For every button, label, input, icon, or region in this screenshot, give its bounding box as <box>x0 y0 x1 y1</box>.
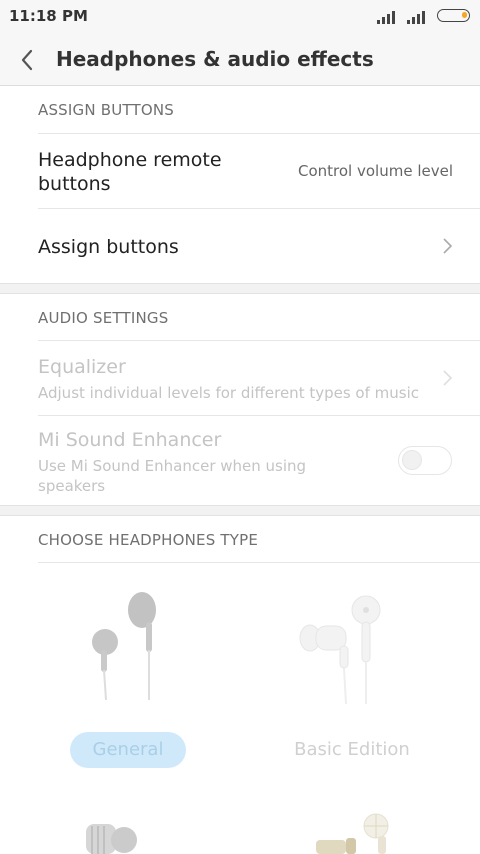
mi-sound-enhancer-subtitle-line2: speakers <box>38 477 106 495</box>
signal-1-icon <box>377 11 395 24</box>
headphones-variant-1-icon[interactable] <box>82 818 142 854</box>
section-gap <box>0 505 480 516</box>
status-bar: 11:18 PM <box>0 0 480 34</box>
divider <box>38 208 480 209</box>
divider <box>38 562 480 563</box>
headphone-remote-title-line1: Headphone remote <box>38 149 222 171</box>
headphones-variant-2-icon[interactable] <box>306 812 396 854</box>
in-ear-headphones-icon[interactable] <box>296 592 392 708</box>
headphone-remote-title-line2: buttons <box>38 173 111 195</box>
status-time: 11:18 PM <box>9 7 88 25</box>
signal-2-icon <box>407 11 425 24</box>
divider <box>38 133 480 134</box>
divider <box>38 415 480 416</box>
equalizer-title: Equalizer <box>38 356 126 378</box>
headphones-option-general-label: General <box>92 739 164 760</box>
back-chevron-icon[interactable] <box>16 48 40 72</box>
section-gap <box>0 283 480 294</box>
headphone-remote-value: Control volume level <box>298 162 453 180</box>
mi-sound-enhancer-toggle[interactable] <box>398 446 452 475</box>
chevron-right-icon <box>443 238 453 254</box>
headphones-option-basic-edition[interactable]: Basic Edition <box>272 739 432 760</box>
mi-sound-enhancer-subtitle-line1: Use Mi Sound Enhancer when using <box>38 457 307 475</box>
divider <box>38 340 480 341</box>
battery-icon <box>437 9 470 22</box>
page-title: Headphones & audio effects <box>56 47 374 71</box>
equalizer-subtitle: Adjust individual levels for different t… <box>38 384 420 402</box>
mi-sound-enhancer-title: Mi Sound Enhancer <box>38 429 222 451</box>
audio-settings-header: AUDIO SETTINGS <box>38 309 169 327</box>
headphones-option-general[interactable]: General <box>70 732 186 768</box>
chevron-right-icon <box>443 370 453 386</box>
earbuds-icon[interactable] <box>80 588 170 708</box>
assign-buttons-header: ASSIGN BUTTONS <box>38 101 175 119</box>
top-bar: Headphones & audio effects <box>0 34 480 86</box>
assign-buttons-title: Assign buttons <box>38 236 179 258</box>
choose-headphones-header: CHOOSE HEADPHONES TYPE <box>38 531 259 549</box>
